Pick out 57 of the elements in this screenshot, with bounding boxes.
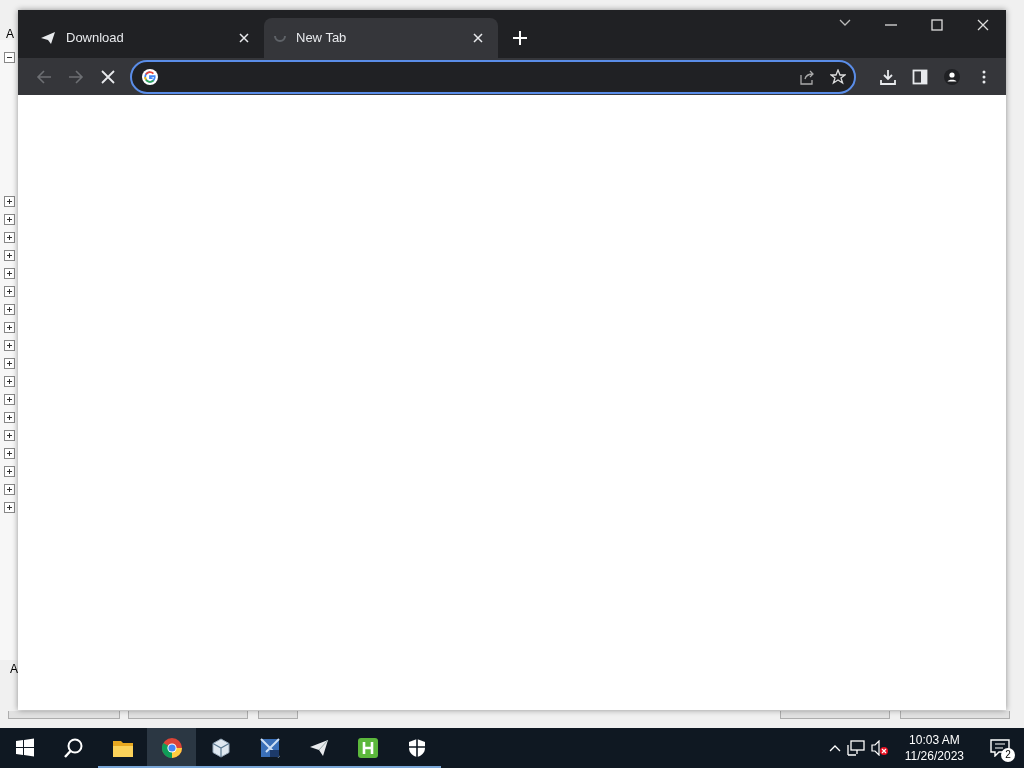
clock[interactable]: 10:03 AM 11/26/2023	[894, 732, 974, 764]
tab-title: Download	[66, 29, 124, 48]
download-icon[interactable]	[880, 68, 896, 85]
expand-icon[interactable]	[4, 214, 15, 226]
expand-icon[interactable]	[4, 376, 15, 388]
expand-icon[interactable]	[4, 502, 15, 514]
expand-icon[interactable]	[4, 286, 15, 298]
chrome-icon	[161, 738, 182, 758]
h-app-icon	[357, 738, 378, 758]
expand-icon[interactable]	[4, 394, 15, 406]
collapse-icon[interactable]	[4, 52, 15, 64]
expand-icon[interactable]	[4, 466, 15, 478]
paper-plane-icon	[308, 738, 329, 758]
close-icon[interactable]	[473, 33, 483, 43]
expand-icon[interactable]	[4, 358, 15, 370]
label-text: A	[6, 26, 14, 43]
windows-icon	[14, 738, 35, 758]
expand-icon[interactable]	[4, 250, 15, 262]
share-icon[interactable]	[800, 68, 816, 85]
volume-muted-icon[interactable]	[870, 740, 889, 756]
tab-title: New Tab	[296, 29, 347, 48]
close-icon[interactable]	[977, 19, 989, 31]
folder-icon	[112, 738, 133, 758]
side-panel-icon[interactable]	[912, 68, 928, 85]
address-field[interactable]	[130, 59, 856, 94]
label-text: A	[10, 661, 18, 678]
browser-tab[interactable]: Download	[30, 18, 264, 58]
bookmark-star-icon[interactable]	[830, 68, 846, 85]
taskbar-button[interactable]	[147, 728, 196, 768]
show-hidden-icon[interactable]	[828, 744, 841, 752]
expand-icon[interactable]	[4, 340, 15, 352]
expand-icon[interactable]	[4, 268, 15, 280]
close-icon[interactable]	[239, 33, 249, 43]
stop-icon[interactable]	[101, 69, 115, 84]
message-icon	[990, 739, 1010, 757]
expand-icon[interactable]	[4, 484, 15, 496]
shield-icon	[406, 738, 427, 758]
clock-date: 11/26/2023	[904, 748, 964, 764]
expand-icon[interactable]	[4, 232, 15, 244]
notification-count: 2	[1001, 748, 1015, 762]
expand-icon[interactable]	[4, 412, 15, 424]
cube-icon	[210, 738, 231, 758]
network-icon[interactable]	[846, 740, 865, 756]
expand-icon[interactable]	[4, 430, 15, 442]
xp-icon	[259, 738, 280, 758]
browser-tab[interactable]: New Tab	[264, 18, 498, 58]
new-tab-icon[interactable]	[513, 31, 527, 45]
expand-icon[interactable]	[4, 196, 15, 208]
expand-icon[interactable]	[4, 322, 15, 334]
maximize-icon[interactable]	[931, 19, 943, 31]
expand-icon[interactable]	[4, 304, 15, 316]
expand-icon[interactable]	[4, 448, 15, 460]
profile-icon[interactable]	[944, 68, 960, 85]
notification-button[interactable]: 2	[980, 728, 1020, 768]
search-icon	[63, 738, 84, 758]
google-icon	[142, 68, 158, 85]
clock-time: 10:03 AM	[909, 732, 960, 748]
